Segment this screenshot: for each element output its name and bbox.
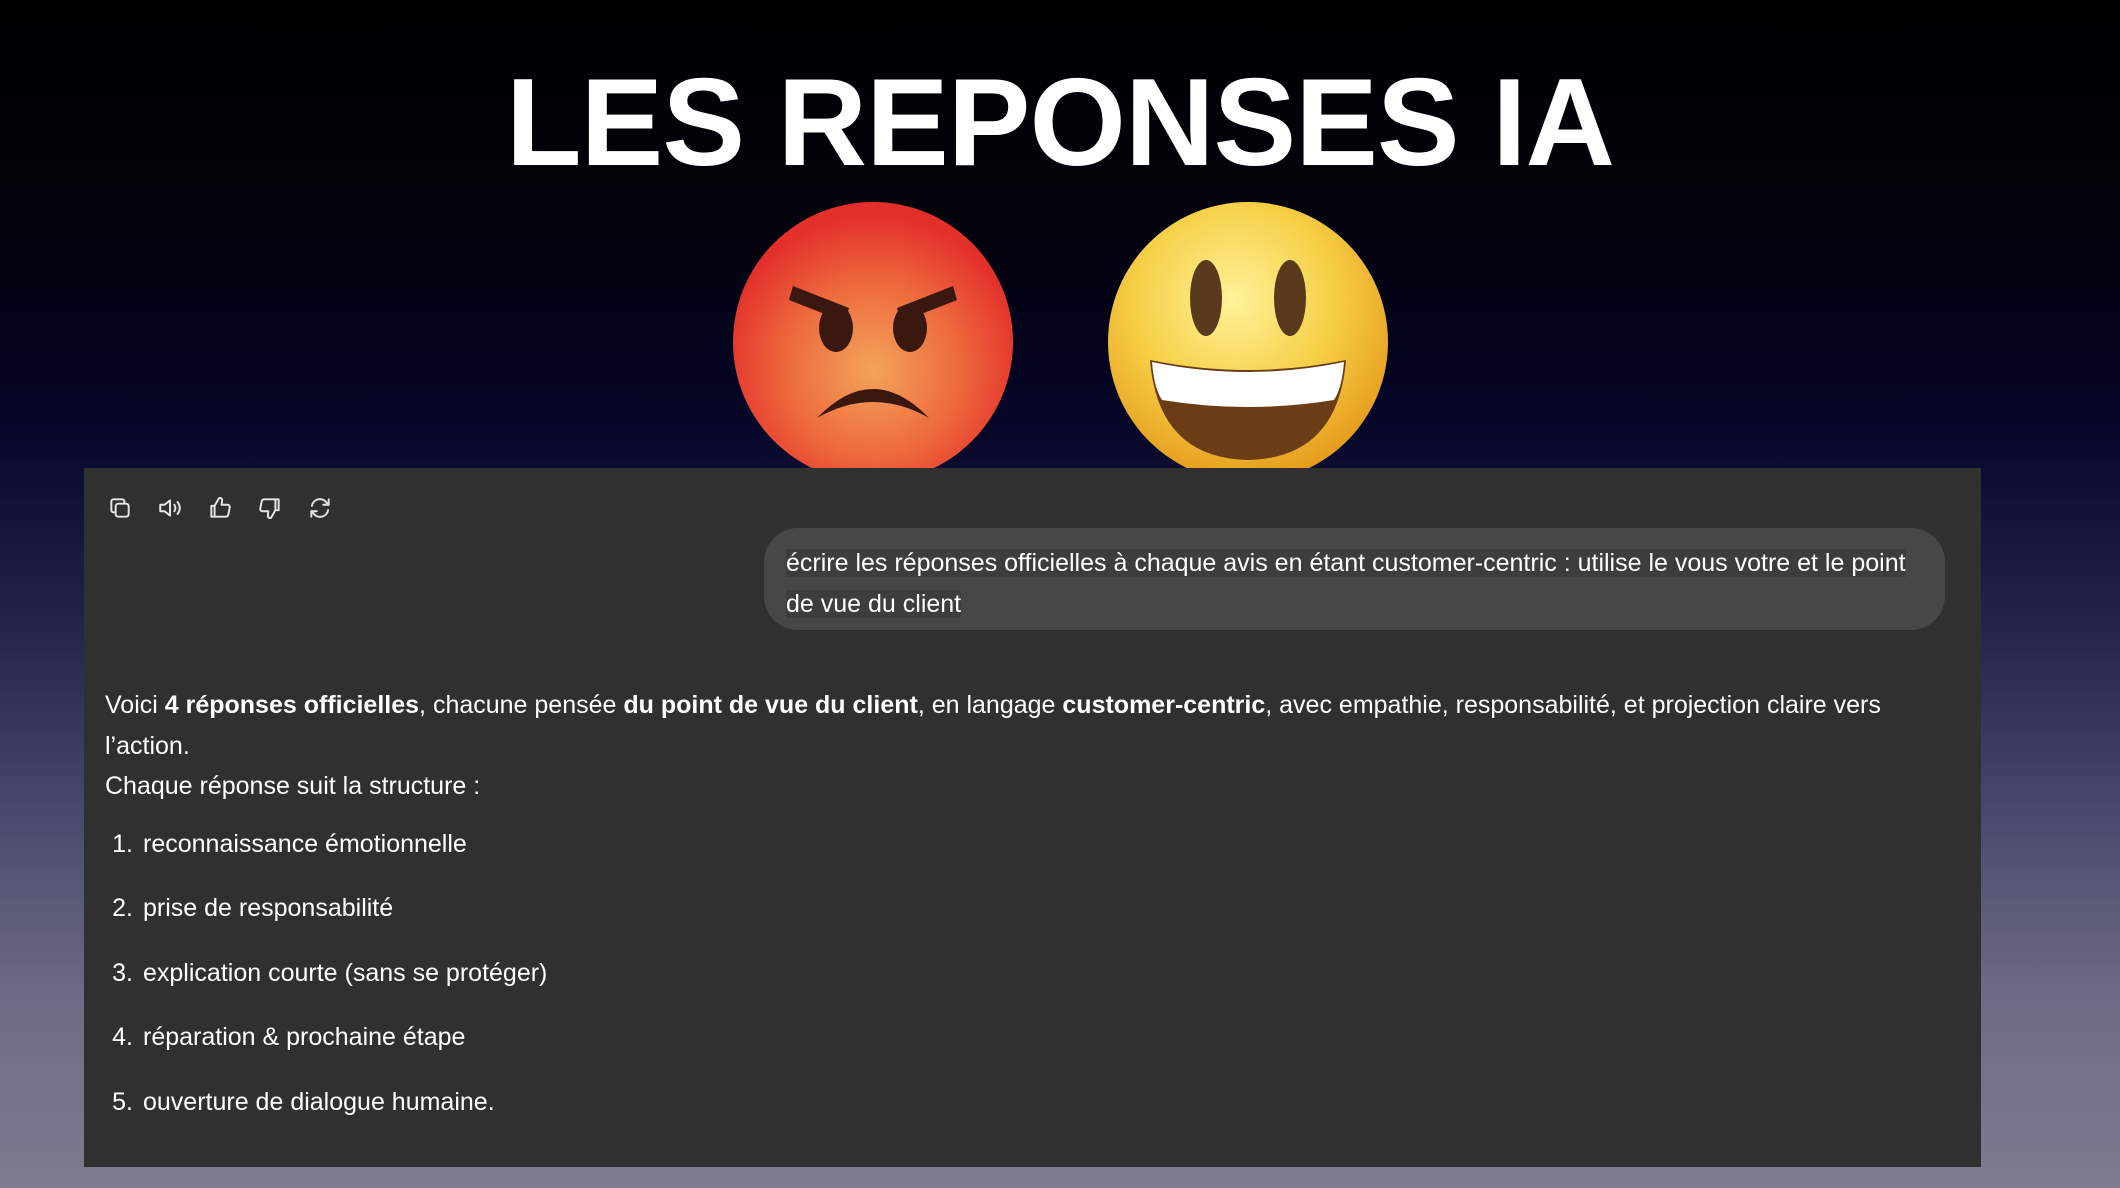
list-item: 1. reconnaissance émotionnelle (112, 829, 467, 858)
assistant-intro: Voici 4 réponses officielles, chacune pe… (105, 691, 1881, 760)
user-message-text: écrire les réponses officielles à chaque… (786, 549, 1906, 618)
regenerate-icon[interactable] (304, 492, 336, 524)
list-item: 4. réparation & prochaine étape (112, 1023, 466, 1051)
thumbs-down-icon[interactable] (254, 492, 286, 524)
list-item: 3. explication courte (sans se protéger) (112, 958, 548, 987)
structure-line: Chaque réponse suit la structure : (105, 772, 481, 800)
thumbs-up-icon[interactable] (204, 492, 236, 524)
page-title: LES REPONSES IA (505, 54, 1615, 192)
chat-panel: écrire les réponses officielles à chaque… (84, 468, 1981, 1167)
user-message-bubble: écrire les réponses officielles à chaque… (764, 528, 1945, 630)
assistant-message: Voici 4 réponses officielles, chacune pe… (105, 685, 1955, 1146)
message-actions-toolbar (104, 492, 354, 524)
read-aloud-icon[interactable] (154, 492, 186, 524)
list-item: 5. ouverture de dialogue humaine. (112, 1087, 495, 1116)
grinning-face-emoji (1106, 200, 1390, 484)
copy-icon[interactable] (104, 492, 136, 524)
structure-steps-list: 1. reconnaissance émotionnelle 2. prise de… (105, 824, 1955, 1122)
list-item: 2. prise de responsabilité (112, 894, 394, 922)
angry-face-emoji (731, 200, 1015, 484)
